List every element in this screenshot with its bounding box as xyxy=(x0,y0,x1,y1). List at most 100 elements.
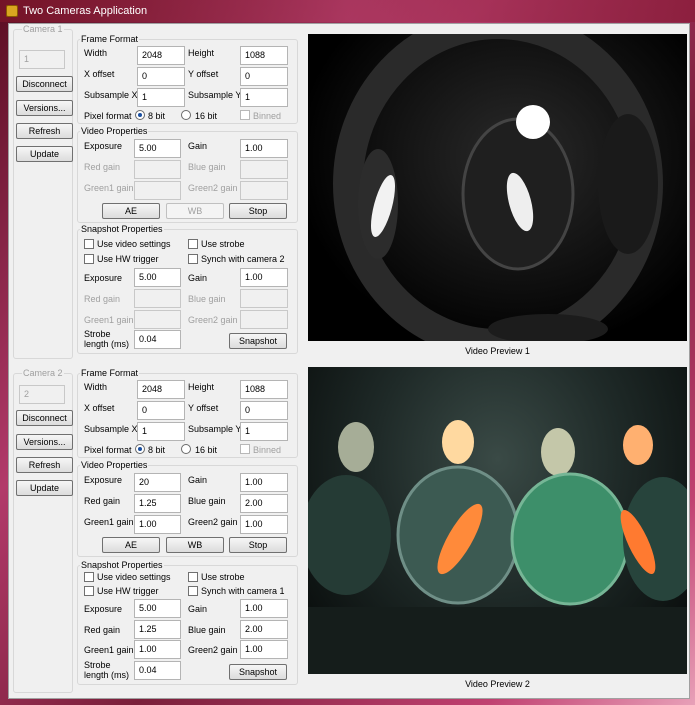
snap-exposure-label: Exposure xyxy=(84,604,123,614)
use-strobe-checkbox[interactable] xyxy=(188,572,198,582)
red-gain-label: Red gain xyxy=(84,496,121,506)
use-hw-trigger-checkbox[interactable] xyxy=(84,254,94,264)
pixel-16bit-radio[interactable] xyxy=(181,110,191,120)
snap-exposure-field[interactable]: 5.00 xyxy=(134,268,181,287)
strobe-length-field[interactable]: 0.04 xyxy=(134,330,181,349)
blue-gain-label: Blue gain xyxy=(188,162,226,172)
disconnect-button[interactable]: Disconnect xyxy=(16,410,73,426)
width-label: Width xyxy=(84,48,108,58)
pixel-format-label: Pixel format xyxy=(84,445,132,455)
strobe-length-field[interactable]: 0.04 xyxy=(134,661,181,680)
subsample-y-label: Subsample Y xyxy=(188,90,242,100)
blue-gain-field[interactable]: 2.00 xyxy=(240,494,288,513)
pixel-8bit-radio[interactable] xyxy=(135,110,145,120)
y-offset-field[interactable]: 0 xyxy=(240,401,288,420)
snap-gain-field[interactable]: 1.00 xyxy=(240,268,288,287)
red-gain-field[interactable]: 1.25 xyxy=(134,494,181,513)
snap-exposure-label: Exposure xyxy=(84,273,123,283)
update-button[interactable]: Update xyxy=(16,480,73,496)
gain-field[interactable]: 1.00 xyxy=(240,139,288,158)
title-bar[interactable]: Two Cameras Application xyxy=(0,0,695,22)
wb-button[interactable]: WB xyxy=(166,537,224,553)
pixel-16bit-radio[interactable] xyxy=(181,444,191,454)
subsample-x-field[interactable]: 1 xyxy=(137,88,185,107)
snapshot-button[interactable]: Snapshot xyxy=(229,333,287,349)
snap-blue-gain-field[interactable]: 2.00 xyxy=(240,620,288,639)
gain-label: Gain xyxy=(188,141,208,151)
use-hw-trigger-checkbox[interactable] xyxy=(84,586,94,596)
use-video-settings-label: Use video settings xyxy=(97,572,171,582)
snap-gain-label: Gain xyxy=(188,273,208,283)
snap-green1-gain-field[interactable]: 1.00 xyxy=(134,640,181,659)
refresh-button[interactable]: Refresh xyxy=(16,457,73,473)
subsample-x-field[interactable]: 1 xyxy=(137,422,185,441)
green1-gain-field xyxy=(134,181,181,200)
use-strobe-label: Use strobe xyxy=(201,572,245,582)
camera-2-label: Camera 2 xyxy=(22,368,64,378)
binned-label: Binned xyxy=(253,111,282,121)
video-properties-title: Video Properties xyxy=(80,460,149,470)
use-video-settings-checkbox[interactable] xyxy=(84,572,94,582)
x-offset-label: X offset xyxy=(84,69,115,79)
strobe-label-line2: length (ms) xyxy=(84,670,130,680)
synch-camera-checkbox[interactable] xyxy=(188,254,198,264)
snap-exposure-field[interactable]: 5.00 xyxy=(134,599,181,618)
width-field[interactable]: 2048 xyxy=(137,380,185,399)
snap-green1-gain-label: Green1 gain xyxy=(84,315,134,325)
binned-checkbox xyxy=(240,444,250,454)
wb-button: WB xyxy=(166,203,224,219)
snap-green1-gain-label: Green1 gain xyxy=(84,645,134,655)
video-preview-2[interactable] xyxy=(308,367,687,674)
use-strobe-checkbox[interactable] xyxy=(188,239,198,249)
green2-gain-label: Green2 gain xyxy=(188,517,238,527)
height-field[interactable]: 1088 xyxy=(240,380,288,399)
versions-button[interactable]: Versions... xyxy=(16,434,73,450)
stop-button[interactable]: Stop xyxy=(229,537,287,553)
refresh-button[interactable]: Refresh xyxy=(16,123,73,139)
disconnect-button[interactable]: Disconnect xyxy=(16,76,73,92)
y-offset-field[interactable]: 0 xyxy=(240,67,288,86)
x-offset-label: X offset xyxy=(84,403,115,413)
exposure-field[interactable]: 20 xyxy=(134,473,181,492)
use-hw-trigger-label: Use HW trigger xyxy=(97,586,159,596)
synch-camera-label: Synch with camera 1 xyxy=(201,586,285,596)
snap-gain-field[interactable]: 1.00 xyxy=(240,599,288,618)
gain-field[interactable]: 1.00 xyxy=(240,473,288,492)
video-properties-title: Video Properties xyxy=(80,126,149,136)
app-window: Two Cameras Application Camera 1 1 Disco… xyxy=(0,0,695,705)
pixel-format-label: Pixel format xyxy=(84,111,132,121)
subsample-y-field[interactable]: 1 xyxy=(240,88,288,107)
green1-gain-label: Green1 gain xyxy=(84,517,134,527)
green2-gain-field[interactable]: 1.00 xyxy=(240,515,288,534)
subsample-y-field[interactable]: 1 xyxy=(240,422,288,441)
x-offset-field[interactable]: 0 xyxy=(137,401,185,420)
synch-camera-checkbox[interactable] xyxy=(188,586,198,596)
width-field[interactable]: 2048 xyxy=(137,46,185,65)
blue-gain-label: Blue gain xyxy=(188,496,226,506)
snap-gain-label: Gain xyxy=(188,604,208,614)
binned-label: Binned xyxy=(253,445,282,455)
strobe-label-line2: length (ms) xyxy=(84,339,130,349)
pixel-8bit-radio[interactable] xyxy=(135,444,145,454)
snap-red-gain-field[interactable]: 1.25 xyxy=(134,620,181,639)
subsample-y-label: Subsample Y xyxy=(188,424,242,434)
camera-1-id-field: 1 xyxy=(19,50,65,69)
stop-button[interactable]: Stop xyxy=(229,203,287,219)
x-offset-field[interactable]: 0 xyxy=(137,67,185,86)
versions-button[interactable]: Versions... xyxy=(16,100,73,116)
ae-button[interactable]: AE xyxy=(102,537,160,553)
width-label: Width xyxy=(84,382,108,392)
height-field[interactable]: 1088 xyxy=(240,46,288,65)
red-gain-field xyxy=(134,160,181,179)
use-video-settings-checkbox[interactable] xyxy=(84,239,94,249)
snap-green2-gain-field[interactable]: 1.00 xyxy=(240,640,288,659)
exposure-field[interactable]: 5.00 xyxy=(134,139,181,158)
ae-button[interactable]: AE xyxy=(102,203,160,219)
preview-1-image xyxy=(333,34,663,341)
update-button[interactable]: Update xyxy=(16,146,73,162)
green2-gain-field xyxy=(240,181,288,200)
snap-green1-gain-field xyxy=(134,310,181,329)
video-preview-1[interactable] xyxy=(308,34,687,341)
snapshot-button[interactable]: Snapshot xyxy=(229,664,287,680)
green1-gain-field[interactable]: 1.00 xyxy=(134,515,181,534)
